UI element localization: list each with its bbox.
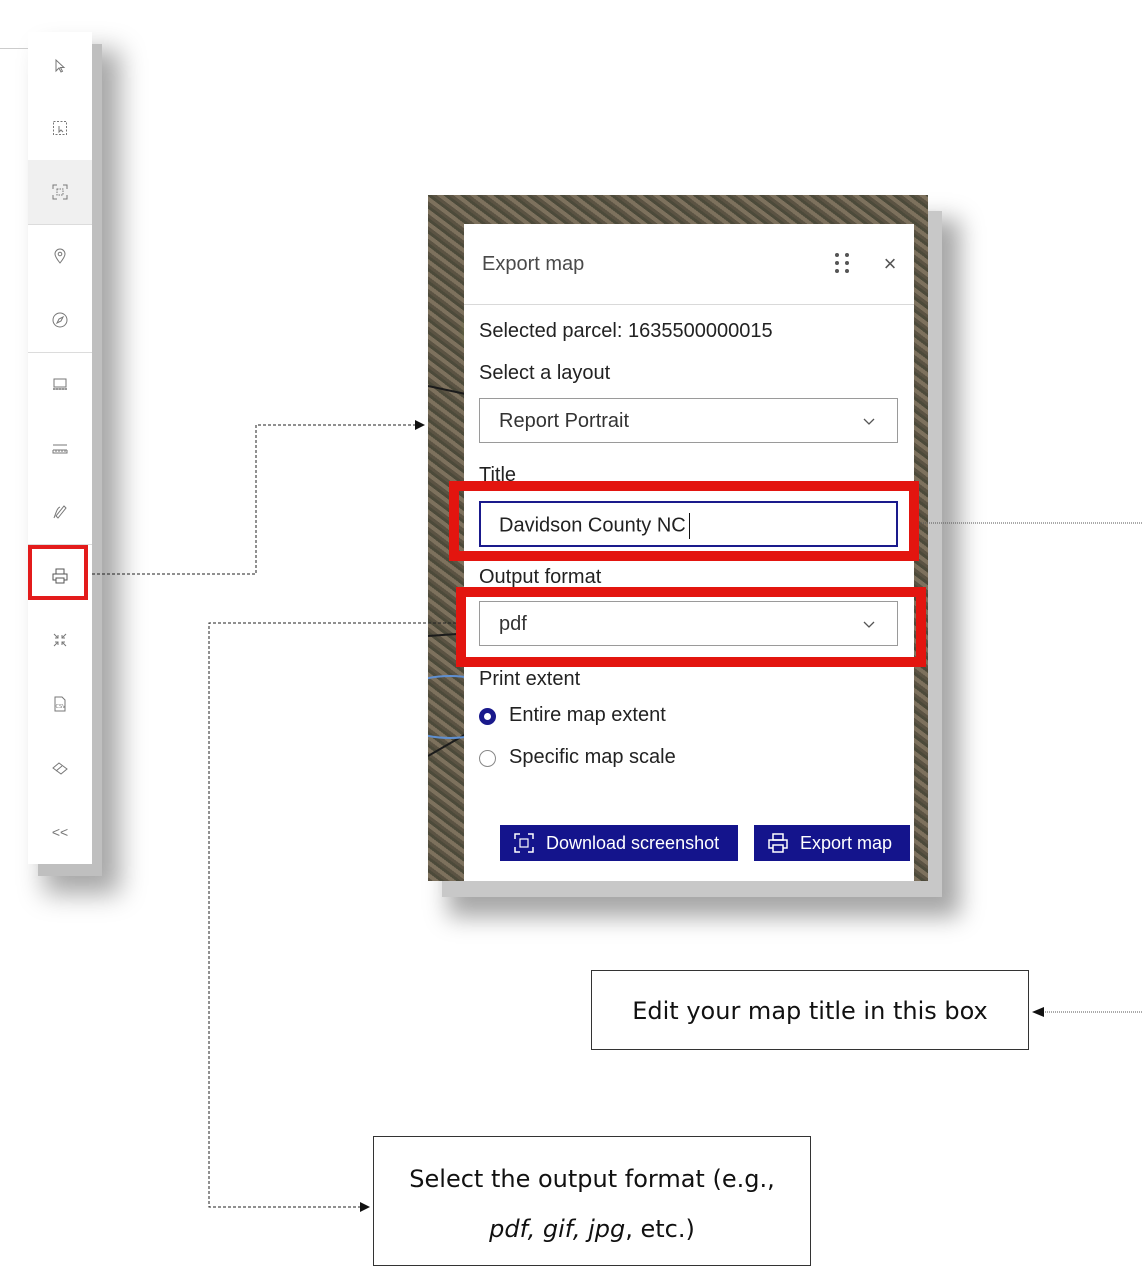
layout-select[interactable]: Report Portrait <box>479 398 898 443</box>
format-callout-etc: , etc.) <box>625 1215 695 1243</box>
output-format-label: Output format <box>479 566 602 588</box>
entire-extent-radio[interactable] <box>479 708 496 725</box>
layout-label: Select a layout <box>479 362 611 384</box>
title-connector-arrow <box>1032 1007 1044 1017</box>
select-arrow-icon[interactable] <box>28 34 92 98</box>
export-map-button[interactable]: Export map <box>754 825 910 861</box>
measure-distance-icon[interactable] <box>28 416 92 480</box>
draw-icon[interactable] <box>28 480 92 544</box>
measure-area-icon[interactable] <box>28 352 92 416</box>
map-toolbar: CSV << <box>0 32 92 864</box>
selected-parcel-text: Selected parcel: 1635500000015 <box>479 320 773 342</box>
format-connector <box>208 622 456 1212</box>
zoom-to-extent-icon[interactable] <box>28 160 92 224</box>
csv-export-icon[interactable]: CSV <box>28 672 92 736</box>
download-screenshot-button[interactable]: Download screenshot <box>500 825 738 861</box>
collapse-toolbar-icon[interactable]: << <box>28 800 92 864</box>
print-icon <box>768 833 788 853</box>
layout-select-value: Report Portrait <box>499 410 630 432</box>
dialog-header: Export map × <box>464 224 914 305</box>
dialog-title: Export map <box>482 253 585 275</box>
select-by-rectangle-icon[interactable] <box>28 96 92 160</box>
screenshot-icon <box>514 833 534 853</box>
location-pin-icon[interactable] <box>28 224 92 288</box>
format-callout: Select the output format (e.g., pdf, gif… <box>373 1136 811 1266</box>
title-connector <box>921 522 1142 1013</box>
title-highlight-box <box>449 481 919 561</box>
entire-extent-label[interactable]: Entire map extent <box>509 704 666 727</box>
svg-text:CSV: CSV <box>56 704 67 710</box>
compass-icon[interactable] <box>28 288 92 352</box>
format-examples: pdf, gif, jpg <box>489 1215 626 1243</box>
download-button-label: Download screenshot <box>546 832 720 853</box>
print-extent-label: Print extent <box>479 668 581 690</box>
chevron-down-icon <box>863 418 875 425</box>
format-highlight-box <box>456 587 926 667</box>
title-callout: Edit your map title in this box <box>591 970 1029 1050</box>
specific-scale-label[interactable]: Specific map scale <box>509 746 676 769</box>
format-callout-line2: pdf, gif, jpg, etc.) <box>374 1215 810 1243</box>
specific-scale-radio[interactable] <box>479 750 496 767</box>
drag-handle-icon[interactable] <box>832 250 852 278</box>
eraser-icon[interactable] <box>28 736 92 800</box>
print-to-dialog-connector <box>92 420 425 575</box>
export-button-label: Export map <box>800 832 893 853</box>
print-tool-highlight <box>28 545 88 600</box>
close-icon[interactable]: × <box>880 253 900 275</box>
format-callout-line1: Select the output format (e.g., <box>409 1165 775 1193</box>
collapse-arrows-icon[interactable] <box>28 608 92 672</box>
